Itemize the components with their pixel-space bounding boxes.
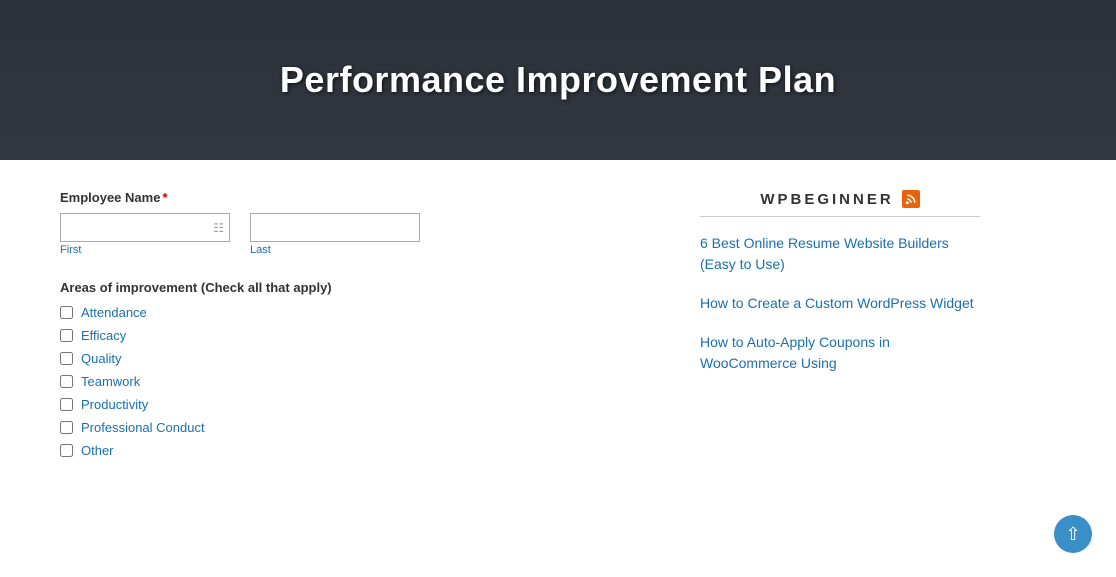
sidebar-link-1[interactable]: How to Create a Custom WordPress Widget [700, 293, 980, 314]
hero-title: Performance Improvement Plan [280, 59, 836, 101]
cb-productivity-checkbox[interactable] [60, 398, 73, 411]
name-fields-row: ☷ First Last [60, 213, 660, 256]
employee-name-field: Employee Name* ☷ First Last [60, 190, 660, 256]
scroll-top-icon: ⇧ [1065, 524, 1080, 545]
cb-professional-checkbox[interactable] [60, 421, 73, 434]
first-sublabel: First [60, 244, 230, 256]
list-item: Teamwork [60, 374, 660, 389]
first-name-wrap: ☷ First [60, 213, 230, 256]
areas-label: Areas of improvement (Check all that app… [60, 280, 660, 295]
last-name-input[interactable] [250, 213, 420, 242]
last-sublabel: Last [250, 244, 420, 256]
sidebar-link-0[interactable]: 6 Best Online Resume Website Builders (E… [700, 233, 980, 275]
name-input-icon: ☷ [213, 221, 224, 235]
cb-attendance-label[interactable]: Attendance [81, 305, 147, 320]
cb-quality-label[interactable]: Quality [81, 351, 121, 366]
content-area: Employee Name* ☷ First Last Areas of imp… [0, 160, 1116, 560]
cb-teamwork-checkbox[interactable] [60, 375, 73, 388]
sidebar-divider [700, 216, 980, 217]
sidebar-header: WPBEGINNER [700, 190, 980, 208]
checkbox-list: Attendance Efficacy Quality Teamwork Product… [60, 305, 660, 458]
list-item: Efficacy [60, 328, 660, 343]
cb-professional-label[interactable]: Professional Conduct [81, 420, 205, 435]
cb-other-label[interactable]: Other [81, 443, 114, 458]
employee-name-label: Employee Name* [60, 190, 660, 205]
cb-quality-checkbox[interactable] [60, 352, 73, 365]
cb-other-checkbox[interactable] [60, 444, 73, 457]
hero-banner: Performance Improvement Plan [0, 0, 1116, 160]
rss-icon[interactable] [902, 190, 920, 208]
sidebar: WPBEGINNER 6 Best Online Resume Website … [700, 190, 980, 540]
cb-productivity-label[interactable]: Productivity [81, 397, 148, 412]
cb-attendance-checkbox[interactable] [60, 306, 73, 319]
cb-teamwork-label[interactable]: Teamwork [81, 374, 140, 389]
list-item: Other [60, 443, 660, 458]
list-item: Attendance [60, 305, 660, 320]
list-item: Productivity [60, 397, 660, 412]
list-item: Quality [60, 351, 660, 366]
last-name-wrap: Last [250, 213, 420, 256]
cb-efficacy-checkbox[interactable] [60, 329, 73, 342]
list-item: Professional Conduct [60, 420, 660, 435]
first-name-input[interactable] [60, 213, 230, 242]
sidebar-links: 6 Best Online Resume Website Builders (E… [700, 233, 980, 374]
areas-section: Areas of improvement (Check all that app… [60, 280, 660, 458]
scroll-to-top-button[interactable]: ⇧ [1054, 515, 1092, 553]
sidebar-link-2[interactable]: How to Auto-Apply Coupons in WooCommerce… [700, 332, 980, 374]
main-form: Employee Name* ☷ First Last Areas of imp… [60, 190, 660, 540]
sidebar-title: WPBEGINNER [760, 191, 893, 208]
cb-efficacy-label[interactable]: Efficacy [81, 328, 126, 343]
